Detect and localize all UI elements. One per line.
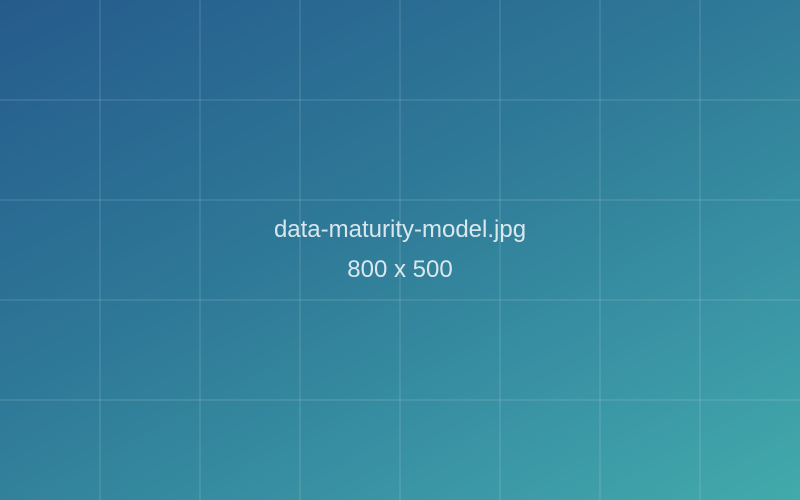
placeholder-label: data-maturity-model.jpg 800 x 500 — [0, 0, 800, 500]
image-filename: data-maturity-model.jpg — [273, 216, 527, 243]
image-placeholder: data-maturity-model.jpg 800 x 500 — [0, 0, 800, 500]
image-dimensions: 800 x 500 — [347, 256, 453, 283]
